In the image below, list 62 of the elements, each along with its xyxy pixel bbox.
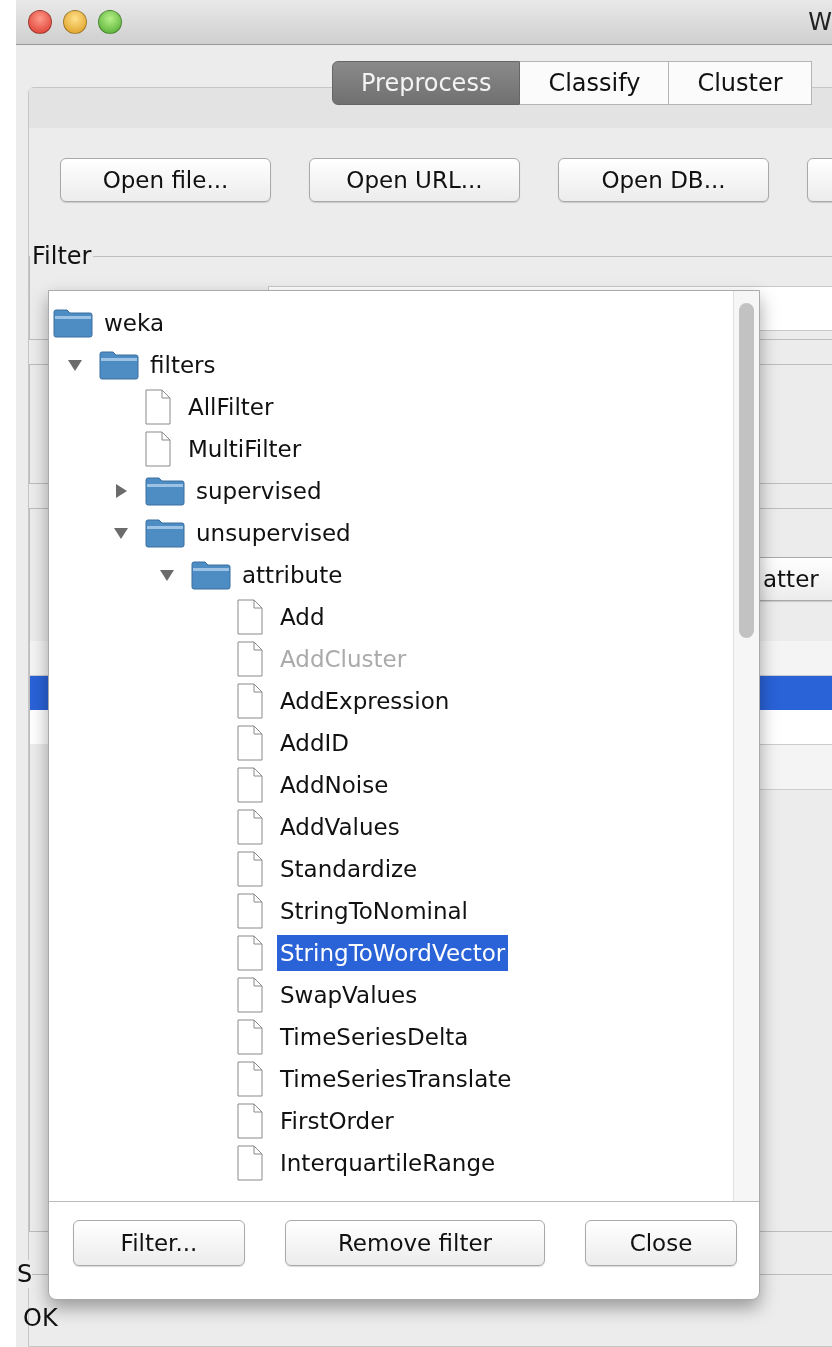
folder-icon <box>53 308 93 338</box>
tree-item[interactable]: AddID <box>277 725 353 761</box>
tree-item[interactable]: SwapValues <box>277 977 421 1013</box>
scrollbar[interactable] <box>733 291 759 1201</box>
toolbar-button[interactable]: Open URL... <box>309 158 520 202</box>
zoom-icon[interactable] <box>98 10 122 34</box>
close-icon[interactable] <box>28 10 52 34</box>
document-icon <box>237 893 263 929</box>
tree-item[interactable]: unsupervised <box>193 515 354 551</box>
expand-toggle-icon[interactable] <box>113 525 129 541</box>
tab[interactable]: Cluster <box>669 61 812 105</box>
window-title: W <box>808 8 832 36</box>
tree-item[interactable]: TimeSeriesDelta <box>277 1019 472 1055</box>
dialog-button[interactable]: Remove filter <box>285 1219 545 1266</box>
document-icon <box>145 431 171 467</box>
expand-toggle-icon[interactable] <box>67 357 83 373</box>
tree-item[interactable]: Standardize <box>277 851 421 887</box>
tree-item[interactable]: MultiFilter <box>185 431 305 467</box>
document-icon <box>237 725 263 761</box>
document-icon <box>237 1145 263 1181</box>
document-icon <box>237 809 263 845</box>
group-label: Filter <box>31 242 93 270</box>
expand-toggle-icon[interactable] <box>159 567 175 583</box>
document-icon <box>237 599 263 635</box>
tree-item[interactable]: TimeSeriesTranslate <box>277 1061 515 1097</box>
tree-item[interactable]: AddExpression <box>277 683 453 719</box>
document-icon <box>237 977 263 1013</box>
status-message: OK <box>22 1303 59 1332</box>
folder-icon <box>191 560 231 590</box>
document-icon <box>237 851 263 887</box>
group-label: S <box>17 1260 33 1288</box>
tree-item[interactable]: AddValues <box>277 809 403 845</box>
document-icon <box>237 1103 263 1139</box>
document-icon <box>237 1061 263 1097</box>
tree-item[interactable]: InterquartileRange <box>277 1145 499 1181</box>
folder-icon <box>145 518 185 548</box>
tree-item[interactable]: StringToWordVector <box>277 935 509 971</box>
toolbar-button[interactable]: Open DB... <box>558 158 769 202</box>
tree-item[interactable]: weka <box>101 305 167 341</box>
folder-icon <box>99 350 139 380</box>
minimize-icon[interactable] <box>63 10 87 34</box>
document-icon <box>145 389 171 425</box>
document-icon <box>237 1019 263 1055</box>
tab[interactable]: Classify <box>520 61 670 105</box>
toolbar-button[interactable]: Open file... <box>60 158 271 202</box>
tree-item[interactable]: filters <box>147 347 219 383</box>
expand-toggle-icon[interactable] <box>113 483 129 499</box>
document-icon <box>237 935 263 971</box>
tree-item[interactable]: StringToNominal <box>277 893 471 929</box>
document-icon <box>237 683 263 719</box>
dialog-button[interactable]: Close <box>585 1219 737 1266</box>
document-icon <box>237 767 263 803</box>
tree-item[interactable]: supervised <box>193 473 325 509</box>
document-icon <box>237 641 263 677</box>
tree-item[interactable]: Add <box>277 599 328 635</box>
tree-item[interactable]: AddNoise <box>277 767 392 803</box>
tree-item[interactable]: AllFilter <box>185 389 277 425</box>
tree-item[interactable]: attribute <box>239 557 346 593</box>
tab[interactable]: Preprocess <box>332 61 521 105</box>
folder-icon <box>145 476 185 506</box>
tree-item[interactable]: FirstOrder <box>277 1103 397 1139</box>
dialog-button[interactable]: Filter... <box>73 1219 245 1266</box>
